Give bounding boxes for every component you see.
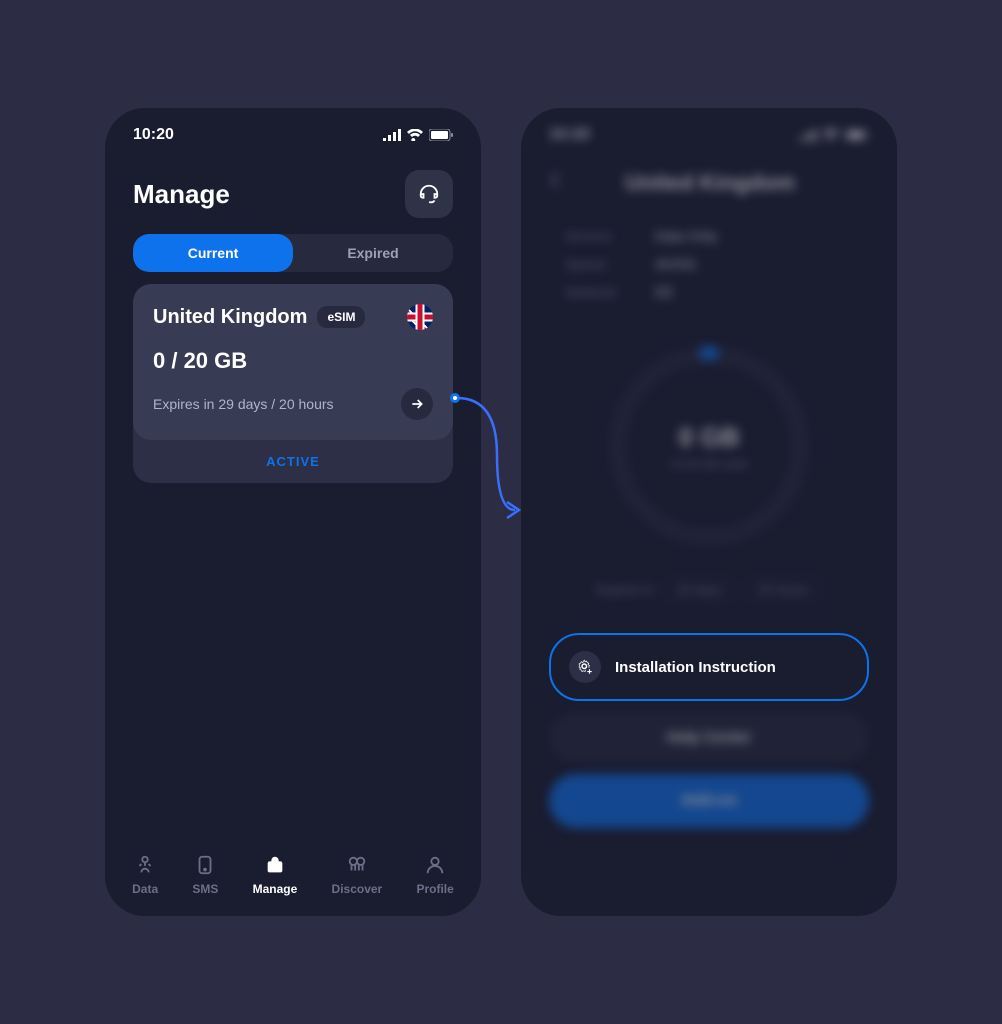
speed-label: Speed	[565, 256, 635, 272]
status-time: 10:20	[133, 126, 174, 144]
nav-data-label: Data	[132, 882, 158, 896]
wifi-icon	[823, 129, 839, 141]
chip-days: 29 days	[663, 576, 735, 603]
help-center-button[interactable]: Help Center	[549, 713, 869, 762]
network-value: EE	[655, 284, 674, 300]
profile-icon	[424, 854, 446, 876]
page-header: Manage	[105, 154, 481, 234]
card-content: United Kingdom eSIM 0 / 20 GB Expires in…	[133, 284, 453, 440]
status-bar: 10:20	[105, 108, 481, 154]
tab-bar: Current Expired	[133, 234, 453, 272]
bottom-nav: Data SMS Manage Discover Profile	[105, 838, 481, 916]
nav-manage[interactable]: Manage	[253, 854, 298, 896]
headset-icon	[418, 183, 440, 205]
gauge-subtext: of 20 GB used	[671, 457, 748, 471]
tab-current[interactable]: Current	[133, 234, 293, 272]
wifi-icon	[407, 129, 423, 141]
support-button[interactable]	[405, 170, 453, 218]
addon-label: Add-on	[681, 792, 737, 809]
nav-data[interactable]: Data	[132, 854, 158, 896]
gauge-container: 0 GB of 20 GB used	[521, 346, 897, 546]
status-icons	[799, 129, 869, 141]
phone-detail-screen: 10:20 United Kingdom Service Data Only S…	[521, 108, 897, 916]
nav-manage-label: Manage	[253, 882, 298, 896]
battery-icon	[429, 129, 453, 141]
status-icons	[383, 129, 453, 141]
card-arrow-button[interactable]	[401, 388, 433, 420]
nav-profile[interactable]: Profile	[416, 854, 453, 896]
expires-chips: Expires in 29 days 20 hours	[521, 576, 897, 603]
status-bar: 10:20	[521, 108, 897, 154]
expires-label: Expires in	[596, 582, 653, 597]
nav-profile-label: Profile	[416, 882, 453, 896]
manage-icon	[264, 854, 286, 876]
nav-sms-label: SMS	[192, 882, 218, 896]
gauge-value: 0 GB	[679, 422, 740, 453]
help-center-label: Help Center	[667, 729, 751, 746]
data-icon	[134, 854, 156, 876]
network-label: Network	[565, 284, 635, 300]
signal-icon	[799, 129, 817, 141]
status-time: 10:20	[549, 126, 590, 144]
detail-title: United Kingdom	[551, 170, 869, 196]
phone-manage-screen: 10:20 Manage Current Expired United King…	[105, 108, 481, 916]
speed-value: 4G/5G	[655, 256, 696, 272]
card-status: ACTIVE	[133, 440, 453, 483]
sms-icon	[194, 854, 216, 876]
nav-discover[interactable]: Discover	[332, 854, 383, 896]
discover-icon	[346, 854, 368, 876]
signal-icon	[383, 129, 401, 141]
tab-expired[interactable]: Expired	[293, 234, 453, 272]
battery-icon	[845, 129, 869, 141]
arrow-right-icon	[409, 396, 425, 412]
installation-button[interactable]: Installation Instruction	[549, 633, 869, 701]
addon-button[interactable]: Add-on	[549, 774, 869, 828]
installation-label: Installation Instruction	[615, 659, 776, 676]
install-icon-wrap	[569, 651, 601, 683]
connector-dot	[450, 393, 460, 403]
gear-plus-icon	[576, 658, 594, 676]
info-list: Service Data Only Speed 4G/5G Network EE	[521, 212, 897, 316]
page-title: Manage	[133, 179, 230, 210]
data-usage: 0 / 20 GB	[153, 348, 433, 374]
nav-sms[interactable]: SMS	[192, 854, 218, 896]
esim-badge: eSIM	[317, 306, 365, 328]
service-value: Data Only	[655, 228, 717, 244]
detail-header: United Kingdom	[521, 154, 897, 212]
uk-flag-icon	[407, 304, 433, 330]
esim-card[interactable]: United Kingdom eSIM 0 / 20 GB Expires in…	[133, 284, 453, 483]
nav-discover-label: Discover	[332, 882, 383, 896]
chip-hours: 20 hours	[745, 576, 822, 603]
data-gauge: 0 GB of 20 GB used	[609, 346, 809, 546]
country-name: United Kingdom	[153, 306, 307, 329]
expires-text: Expires in 29 days / 20 hours	[153, 396, 334, 412]
service-label: Service	[565, 228, 635, 244]
